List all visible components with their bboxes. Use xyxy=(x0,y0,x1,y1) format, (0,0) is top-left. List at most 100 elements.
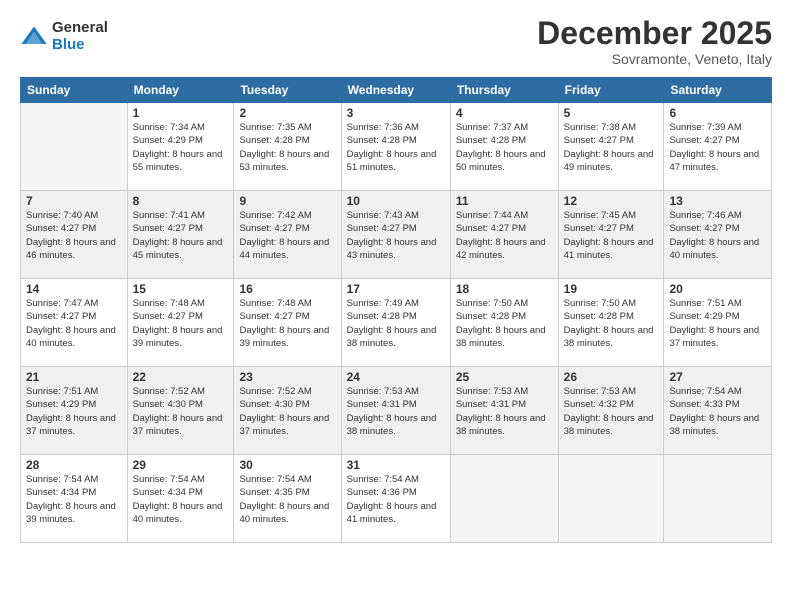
day-number: 6 xyxy=(669,106,766,120)
day-number: 9 xyxy=(239,194,335,208)
calendar-day-cell: 25Sunrise: 7:53 AM Sunset: 4:31 PM Dayli… xyxy=(450,367,558,455)
day-number: 24 xyxy=(347,370,445,384)
calendar-day-cell: 17Sunrise: 7:49 AM Sunset: 4:28 PM Dayli… xyxy=(341,279,450,367)
day-info: Sunrise: 7:36 AM Sunset: 4:28 PM Dayligh… xyxy=(347,121,445,174)
calendar-week-row: 7Sunrise: 7:40 AM Sunset: 4:27 PM Daylig… xyxy=(21,191,772,279)
calendar-day-cell: 2Sunrise: 7:35 AM Sunset: 4:28 PM Daylig… xyxy=(234,103,341,191)
day-info: Sunrise: 7:42 AM Sunset: 4:27 PM Dayligh… xyxy=(239,209,335,262)
month-title: December 2025 xyxy=(537,16,772,51)
header-friday: Friday xyxy=(558,78,664,103)
day-info: Sunrise: 7:49 AM Sunset: 4:28 PM Dayligh… xyxy=(347,297,445,350)
day-info: Sunrise: 7:53 AM Sunset: 4:32 PM Dayligh… xyxy=(564,385,659,438)
day-info: Sunrise: 7:48 AM Sunset: 4:27 PM Dayligh… xyxy=(239,297,335,350)
header-thursday: Thursday xyxy=(450,78,558,103)
calendar-week-row: 1Sunrise: 7:34 AM Sunset: 4:29 PM Daylig… xyxy=(21,103,772,191)
calendar-day-cell: 6Sunrise: 7:39 AM Sunset: 4:27 PM Daylig… xyxy=(664,103,772,191)
calendar-day-cell: 10Sunrise: 7:43 AM Sunset: 4:27 PM Dayli… xyxy=(341,191,450,279)
day-number: 7 xyxy=(26,194,122,208)
logo-icon xyxy=(20,23,48,51)
calendar-day-cell: 29Sunrise: 7:54 AM Sunset: 4:34 PM Dayli… xyxy=(127,455,234,543)
day-info: Sunrise: 7:44 AM Sunset: 4:27 PM Dayligh… xyxy=(456,209,553,262)
day-number: 25 xyxy=(456,370,553,384)
day-number: 19 xyxy=(564,282,659,296)
day-info: Sunrise: 7:52 AM Sunset: 4:30 PM Dayligh… xyxy=(133,385,229,438)
calendar-day-cell: 7Sunrise: 7:40 AM Sunset: 4:27 PM Daylig… xyxy=(21,191,128,279)
day-number: 20 xyxy=(669,282,766,296)
header-tuesday: Tuesday xyxy=(234,78,341,103)
day-number: 22 xyxy=(133,370,229,384)
day-number: 21 xyxy=(26,370,122,384)
calendar-day-cell: 4Sunrise: 7:37 AM Sunset: 4:28 PM Daylig… xyxy=(450,103,558,191)
day-info: Sunrise: 7:39 AM Sunset: 4:27 PM Dayligh… xyxy=(669,121,766,174)
calendar-week-row: 14Sunrise: 7:47 AM Sunset: 4:27 PM Dayli… xyxy=(21,279,772,367)
day-number: 23 xyxy=(239,370,335,384)
day-info: Sunrise: 7:35 AM Sunset: 4:28 PM Dayligh… xyxy=(239,121,335,174)
main-container: General Blue December 2025 Sovramonte, V… xyxy=(0,0,792,612)
day-info: Sunrise: 7:43 AM Sunset: 4:27 PM Dayligh… xyxy=(347,209,445,262)
calendar-day-cell: 27Sunrise: 7:54 AM Sunset: 4:33 PM Dayli… xyxy=(664,367,772,455)
day-info: Sunrise: 7:40 AM Sunset: 4:27 PM Dayligh… xyxy=(26,209,122,262)
day-number: 8 xyxy=(133,194,229,208)
day-info: Sunrise: 7:54 AM Sunset: 4:34 PM Dayligh… xyxy=(133,473,229,526)
calendar-day-cell: 8Sunrise: 7:41 AM Sunset: 4:27 PM Daylig… xyxy=(127,191,234,279)
calendar-day-cell: 9Sunrise: 7:42 AM Sunset: 4:27 PM Daylig… xyxy=(234,191,341,279)
day-number: 14 xyxy=(26,282,122,296)
day-number: 3 xyxy=(347,106,445,120)
day-info: Sunrise: 7:50 AM Sunset: 4:28 PM Dayligh… xyxy=(564,297,659,350)
calendar-day-cell xyxy=(664,455,772,543)
day-info: Sunrise: 7:41 AM Sunset: 4:27 PM Dayligh… xyxy=(133,209,229,262)
header: General Blue December 2025 Sovramonte, V… xyxy=(20,16,772,67)
header-saturday: Saturday xyxy=(664,78,772,103)
day-info: Sunrise: 7:48 AM Sunset: 4:27 PM Dayligh… xyxy=(133,297,229,350)
header-row: Sunday Monday Tuesday Wednesday Thursday… xyxy=(21,78,772,103)
day-number: 29 xyxy=(133,458,229,472)
day-number: 1 xyxy=(133,106,229,120)
logo-general-text: General xyxy=(52,20,108,37)
calendar-body: 1Sunrise: 7:34 AM Sunset: 4:29 PM Daylig… xyxy=(21,103,772,543)
day-number: 12 xyxy=(564,194,659,208)
day-info: Sunrise: 7:53 AM Sunset: 4:31 PM Dayligh… xyxy=(456,385,553,438)
calendar-day-cell: 16Sunrise: 7:48 AM Sunset: 4:27 PM Dayli… xyxy=(234,279,341,367)
calendar-day-cell: 28Sunrise: 7:54 AM Sunset: 4:34 PM Dayli… xyxy=(21,455,128,543)
calendar-day-cell: 5Sunrise: 7:38 AM Sunset: 4:27 PM Daylig… xyxy=(558,103,664,191)
calendar-day-cell: 19Sunrise: 7:50 AM Sunset: 4:28 PM Dayli… xyxy=(558,279,664,367)
day-number: 5 xyxy=(564,106,659,120)
day-info: Sunrise: 7:46 AM Sunset: 4:27 PM Dayligh… xyxy=(669,209,766,262)
calendar-day-cell: 12Sunrise: 7:45 AM Sunset: 4:27 PM Dayli… xyxy=(558,191,664,279)
day-info: Sunrise: 7:47 AM Sunset: 4:27 PM Dayligh… xyxy=(26,297,122,350)
location: Sovramonte, Veneto, Italy xyxy=(537,51,772,67)
day-number: 2 xyxy=(239,106,335,120)
day-number: 18 xyxy=(456,282,553,296)
day-number: 30 xyxy=(239,458,335,472)
day-number: 16 xyxy=(239,282,335,296)
logo: General Blue xyxy=(20,20,108,53)
day-info: Sunrise: 7:53 AM Sunset: 4:31 PM Dayligh… xyxy=(347,385,445,438)
day-info: Sunrise: 7:34 AM Sunset: 4:29 PM Dayligh… xyxy=(133,121,229,174)
calendar-week-row: 28Sunrise: 7:54 AM Sunset: 4:34 PM Dayli… xyxy=(21,455,772,543)
calendar-day-cell: 14Sunrise: 7:47 AM Sunset: 4:27 PM Dayli… xyxy=(21,279,128,367)
calendar-day-cell: 31Sunrise: 7:54 AM Sunset: 4:36 PM Dayli… xyxy=(341,455,450,543)
day-info: Sunrise: 7:51 AM Sunset: 4:29 PM Dayligh… xyxy=(26,385,122,438)
calendar-day-cell: 3Sunrise: 7:36 AM Sunset: 4:28 PM Daylig… xyxy=(341,103,450,191)
day-number: 13 xyxy=(669,194,766,208)
day-info: Sunrise: 7:38 AM Sunset: 4:27 PM Dayligh… xyxy=(564,121,659,174)
day-number: 15 xyxy=(133,282,229,296)
day-info: Sunrise: 7:52 AM Sunset: 4:30 PM Dayligh… xyxy=(239,385,335,438)
day-info: Sunrise: 7:54 AM Sunset: 4:34 PM Dayligh… xyxy=(26,473,122,526)
day-number: 28 xyxy=(26,458,122,472)
header-wednesday: Wednesday xyxy=(341,78,450,103)
day-number: 10 xyxy=(347,194,445,208)
calendar-day-cell: 18Sunrise: 7:50 AM Sunset: 4:28 PM Dayli… xyxy=(450,279,558,367)
calendar-day-cell: 30Sunrise: 7:54 AM Sunset: 4:35 PM Dayli… xyxy=(234,455,341,543)
day-info: Sunrise: 7:54 AM Sunset: 4:33 PM Dayligh… xyxy=(669,385,766,438)
calendar-header: Sunday Monday Tuesday Wednesday Thursday… xyxy=(21,78,772,103)
calendar-day-cell: 22Sunrise: 7:52 AM Sunset: 4:30 PM Dayli… xyxy=(127,367,234,455)
day-info: Sunrise: 7:54 AM Sunset: 4:36 PM Dayligh… xyxy=(347,473,445,526)
day-number: 4 xyxy=(456,106,553,120)
day-number: 17 xyxy=(347,282,445,296)
calendar-table: Sunday Monday Tuesday Wednesday Thursday… xyxy=(20,77,772,543)
calendar-day-cell xyxy=(558,455,664,543)
day-number: 26 xyxy=(564,370,659,384)
logo-blue-text: Blue xyxy=(52,37,108,54)
calendar-day-cell: 20Sunrise: 7:51 AM Sunset: 4:29 PM Dayli… xyxy=(664,279,772,367)
